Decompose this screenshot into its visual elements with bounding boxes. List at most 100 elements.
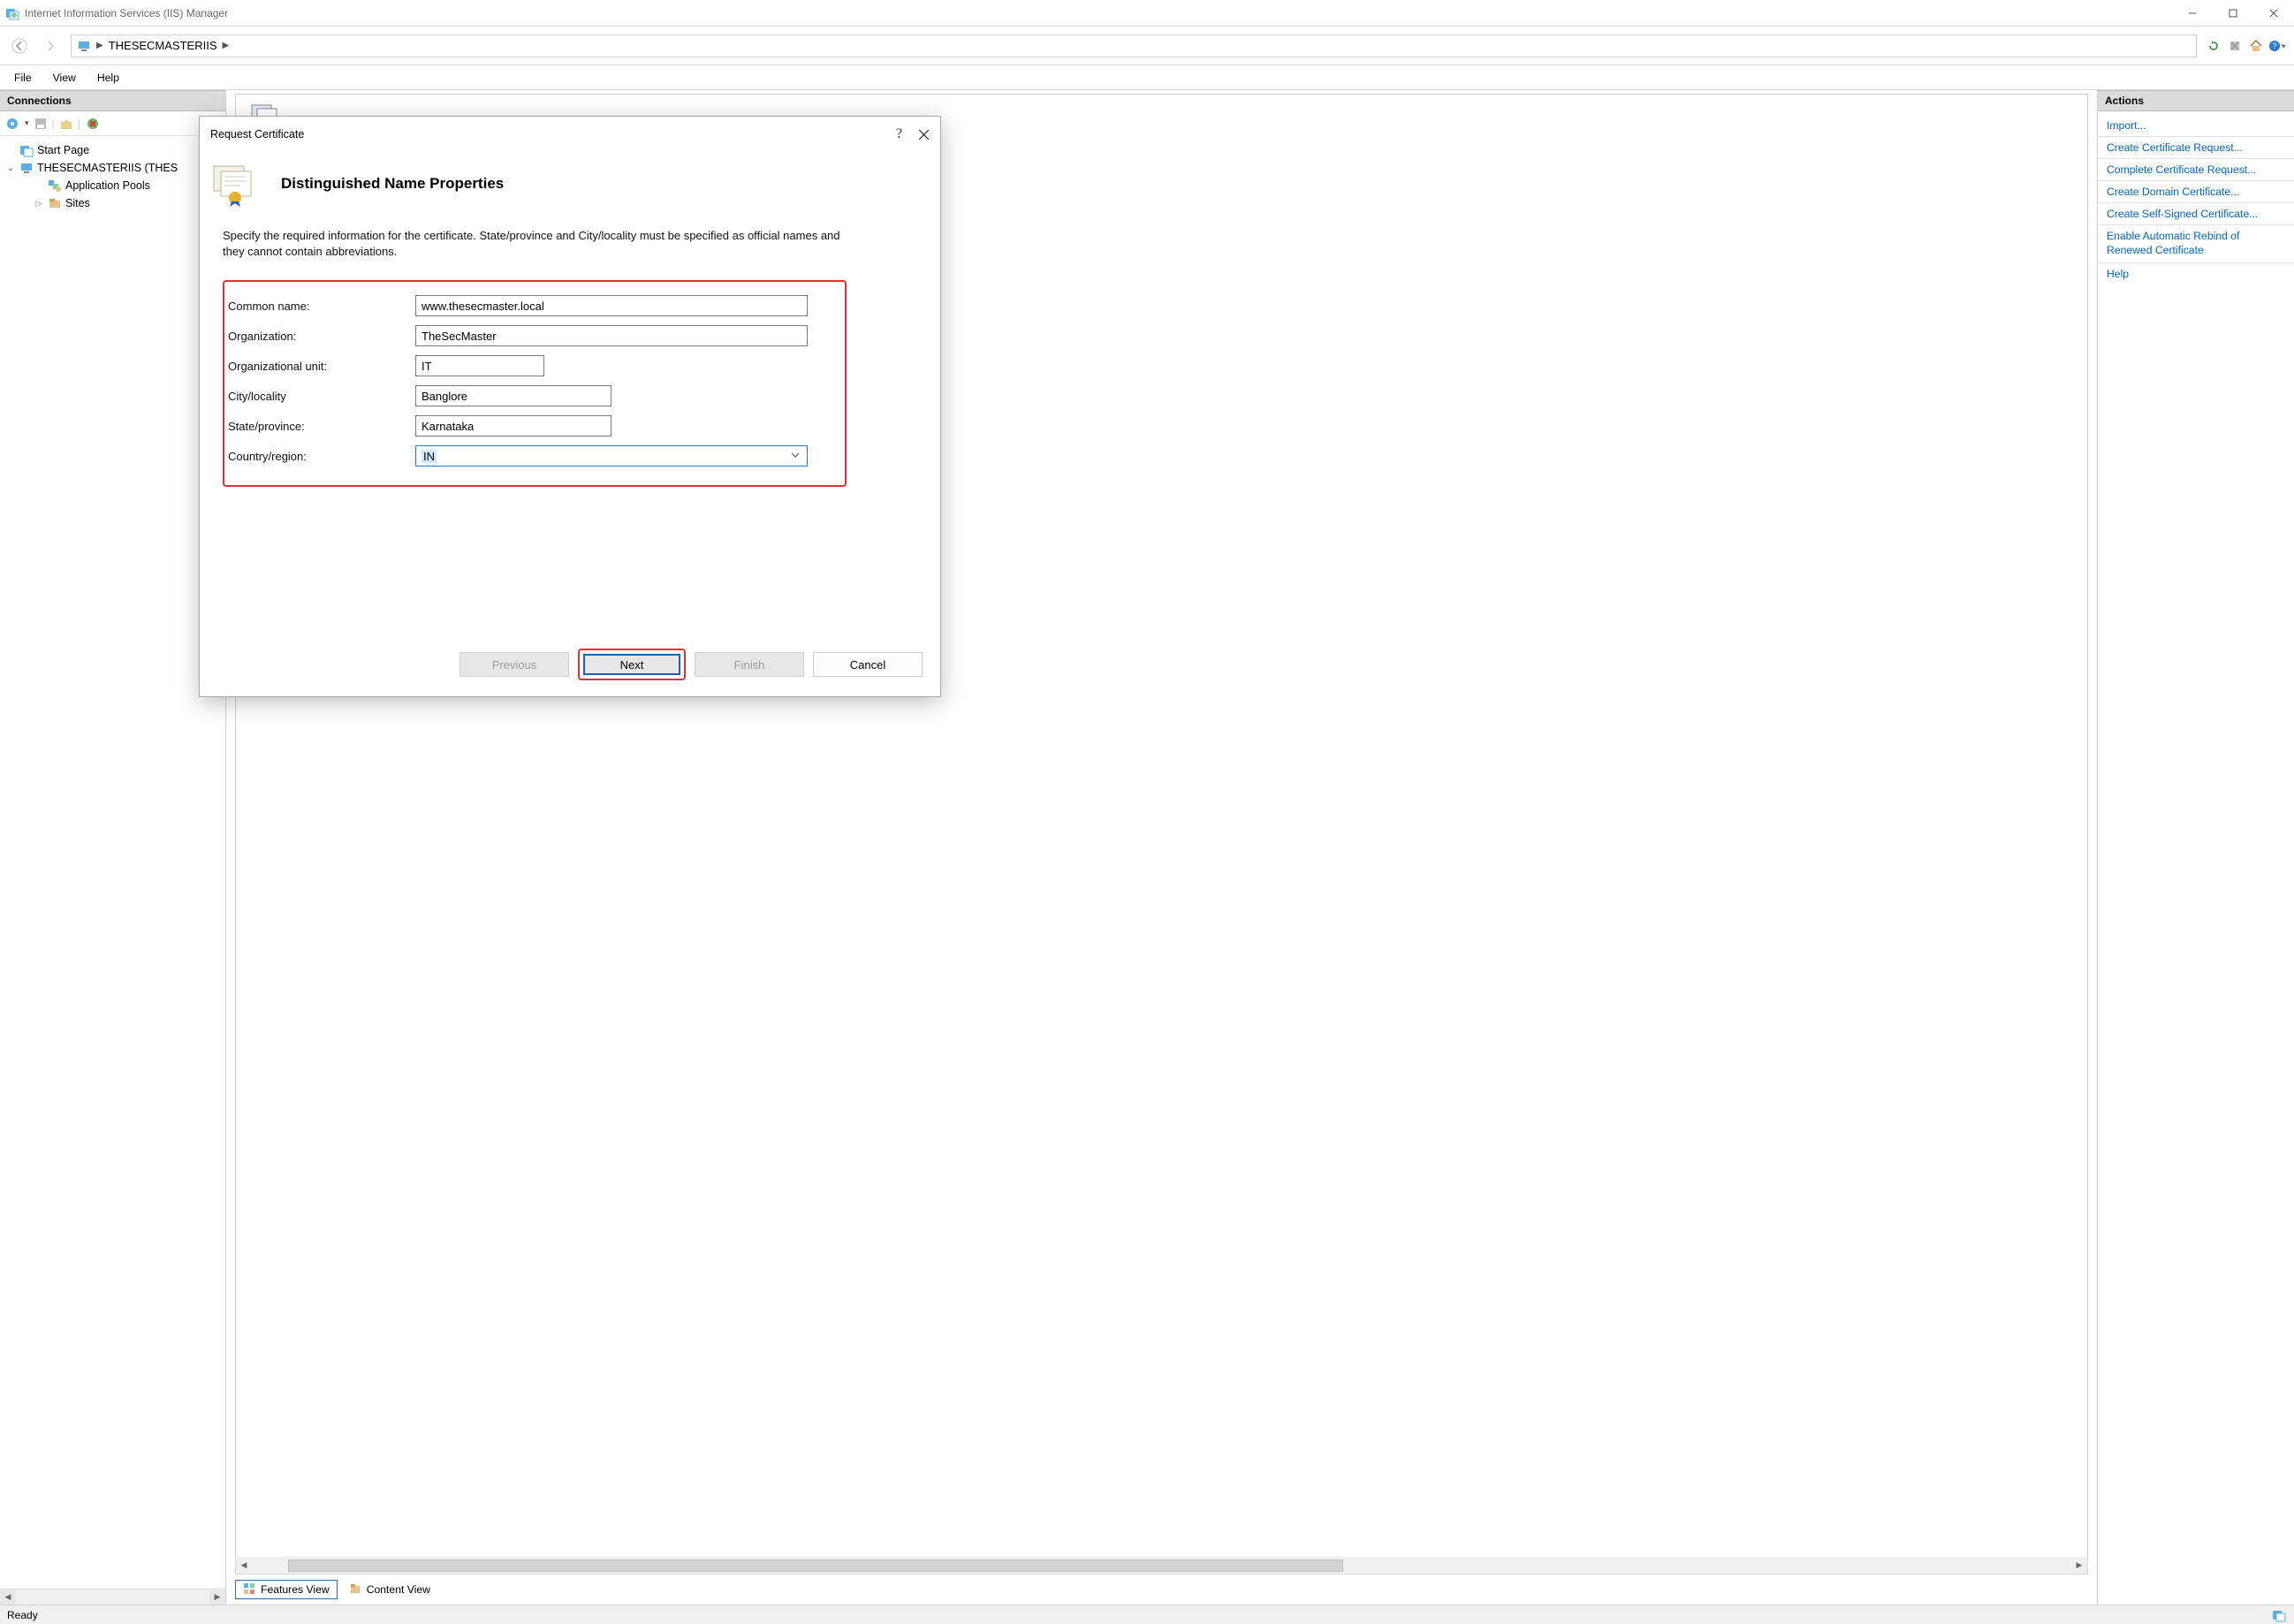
expander-icon[interactable]: ▷ <box>34 199 44 209</box>
connect-icon[interactable] <box>5 117 19 131</box>
scroll-left-icon[interactable]: ◀ <box>236 1558 252 1574</box>
action-import[interactable]: Import... <box>2098 115 2294 137</box>
select-country[interactable]: IN <box>415 445 808 467</box>
maximize-button[interactable] <box>2213 0 2253 26</box>
breadcrumb[interactable]: ▶ THESECMASTERIIS ▶ <box>71 34 2197 57</box>
expander-icon[interactable]: ⌄ <box>5 163 16 173</box>
dialog-title: Request Certificate <box>210 128 304 140</box>
action-help[interactable]: Help <box>2098 263 2294 285</box>
action-create-selfsigned[interactable]: Create Self-Signed Certificate... <box>2098 203 2294 225</box>
label-common-name: Common name: <box>228 300 415 313</box>
connections-header: Connections <box>0 90 225 111</box>
help-dropdown-icon[interactable]: ? <box>2267 36 2287 56</box>
tree-label: THESECMASTERIIS (THES <box>37 162 178 174</box>
next-label: Next <box>620 658 644 672</box>
label-org-unit: Organizational unit: <box>228 360 415 373</box>
action-create-domain-cert[interactable]: Create Domain Certificate... <box>2098 181 2294 203</box>
connections-hscroll[interactable]: ◀ ▶ <box>0 1589 225 1605</box>
input-common-name[interactable] <box>415 295 808 316</box>
action-enable-rebind[interactable]: Enable Automatic Rebind of Renewed Certi… <box>2098 225 2294 263</box>
tab-content-view[interactable]: Content View <box>341 1580 438 1599</box>
content-icon <box>349 1582 363 1597</box>
minimize-button[interactable] <box>2172 0 2213 26</box>
tab-label: Features View <box>261 1583 330 1596</box>
chevron-down-icon <box>790 450 801 460</box>
scroll-right-icon[interactable]: ▶ <box>2071 1558 2087 1574</box>
scroll-thumb[interactable] <box>288 1559 1343 1572</box>
iis-icon <box>5 6 19 20</box>
next-button[interactable]: Next <box>583 654 680 675</box>
center-tabs: Features View Content View <box>235 1580 2088 1599</box>
cancel-label: Cancel <box>850 658 885 672</box>
close-button[interactable] <box>2253 0 2294 26</box>
input-organization[interactable] <box>415 325 808 346</box>
home-icon[interactable] <box>2246 36 2266 56</box>
scroll-right-icon[interactable]: ▶ <box>209 1590 225 1605</box>
up-icon[interactable] <box>60 118 72 130</box>
save-icon[interactable] <box>34 118 47 130</box>
label-country: Country/region: <box>228 450 415 463</box>
label-state: State/province: <box>228 420 415 433</box>
tree-label: Sites <box>65 197 90 209</box>
svg-text:?: ? <box>2272 42 2276 50</box>
tab-features-view[interactable]: Features View <box>235 1580 338 1599</box>
menu-file[interactable]: File <box>5 69 41 87</box>
action-complete-request[interactable]: Complete Certificate Request... <box>2098 159 2294 181</box>
menu-help[interactable]: Help <box>88 69 128 87</box>
forward-button[interactable] <box>39 34 64 58</box>
request-certificate-dialog: Request Certificate ? D <box>199 116 941 697</box>
dialog-heading: Distinguished Name Properties <box>281 175 504 193</box>
stop-icon[interactable] <box>2225 36 2245 56</box>
dialog-titlebar: Request Certificate ? <box>200 117 940 152</box>
input-org-unit[interactable] <box>415 355 544 376</box>
sites-icon <box>48 196 62 210</box>
input-state[interactable] <box>415 415 611 436</box>
server-icon <box>19 161 34 175</box>
tree-app-pools[interactable]: Application Pools <box>4 177 224 194</box>
action-create-request[interactable]: Create Certificate Request... <box>2098 137 2294 159</box>
connections-toolbar: ▾ | | <box>0 111 225 136</box>
features-icon <box>243 1582 257 1597</box>
select-country-value: IN <box>422 450 437 463</box>
dialog-description: Specify the required information for the… <box>223 228 850 259</box>
input-city[interactable] <box>415 385 611 406</box>
dialog-help-button[interactable]: ? <box>896 126 902 142</box>
nav-row: ▶ THESECMASTERIIS ▶ ? <box>0 27 2294 65</box>
remove-icon[interactable] <box>86 117 100 131</box>
menu-view[interactable]: View <box>44 69 85 87</box>
menubar: File View Help <box>0 65 2294 90</box>
chevron-right-icon: ▶ <box>96 41 103 50</box>
chevron-right-icon: ▶ <box>223 41 230 50</box>
address-tools: ? <box>2204 36 2287 56</box>
certificate-icon <box>210 161 265 207</box>
tree-label: Application Pools <box>65 179 150 192</box>
refresh-icon[interactable] <box>2204 36 2223 56</box>
window-controls <box>2172 0 2294 26</box>
finish-button: Finish <box>695 652 804 677</box>
window-title: Internet Information Services (IIS) Mana… <box>25 7 228 19</box>
breadcrumb-server: THESECMASTERIIS <box>109 39 217 52</box>
tree-server[interactable]: ⌄ THESECMASTERIIS (THES <box>4 159 224 177</box>
cancel-button[interactable]: Cancel <box>813 652 923 677</box>
dialog-close-button[interactable] <box>918 129 930 140</box>
dialog-buttons: Previous Next Finish Cancel <box>200 633 940 696</box>
tree-sites[interactable]: ▷ Sites <box>4 194 224 212</box>
previous-label: Previous <box>492 658 537 672</box>
actions-panel: Actions Import... Create Certificate Req… <box>2098 90 2294 1605</box>
tree-start-page[interactable]: Start Page <box>4 141 224 159</box>
start-page-icon <box>19 143 34 157</box>
connections-tree: Start Page ⌄ THESECMASTERIIS (THES Appli… <box>0 136 225 1589</box>
app-pools-icon <box>48 178 62 193</box>
center-hscroll[interactable]: ◀ ▶ <box>235 1557 2088 1575</box>
label-organization: Organization: <box>228 330 415 343</box>
actions-header: Actions <box>2098 90 2294 111</box>
back-button[interactable] <box>7 34 32 58</box>
finish-label: Finish <box>734 658 765 672</box>
dialog-header: Distinguished Name Properties <box>200 152 940 223</box>
scroll-left-icon[interactable]: ◀ <box>0 1590 16 1605</box>
dn-form: Common name: Organization: Organizationa… <box>223 280 847 487</box>
connections-panel: Connections ▾ | | Start Page ⌄ <box>0 90 226 1605</box>
previous-button: Previous <box>460 652 569 677</box>
status-iis-icon <box>2271 1607 2287 1623</box>
server-icon <box>77 39 91 53</box>
